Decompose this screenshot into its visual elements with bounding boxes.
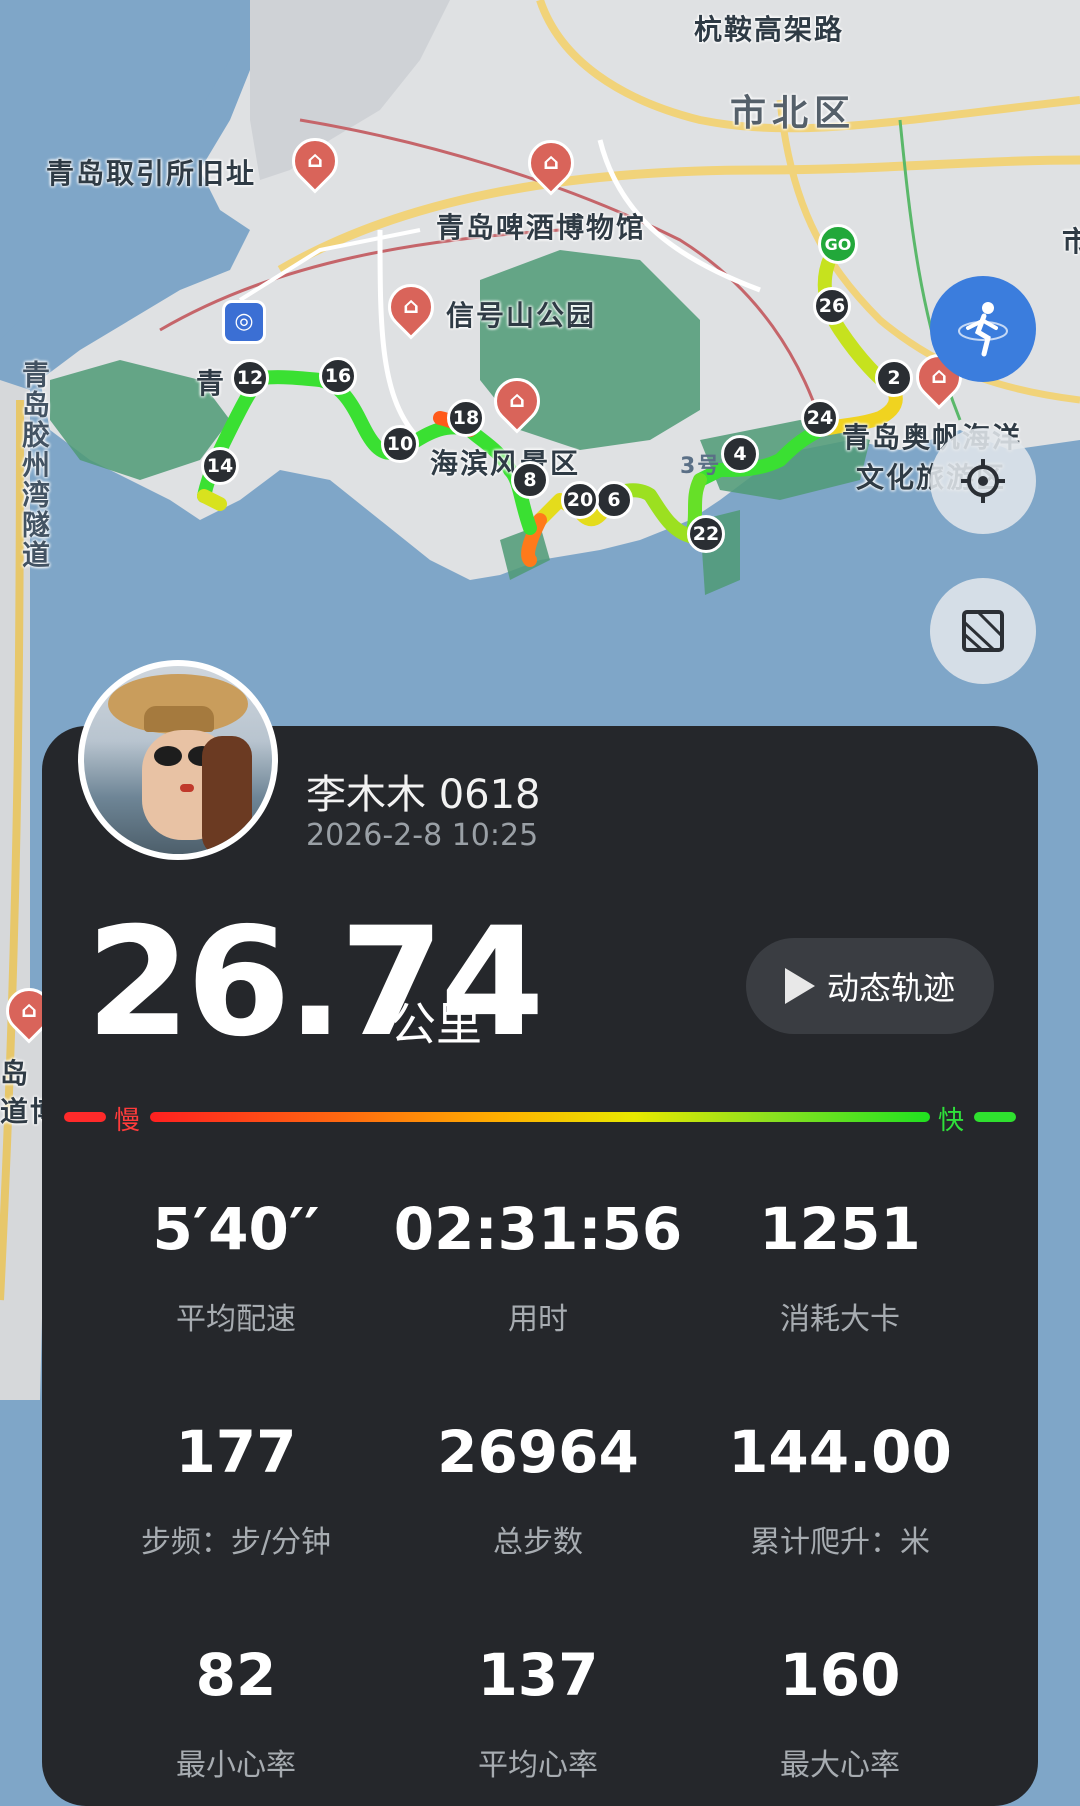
speed-legend-slow-swatch: [64, 1112, 106, 1122]
km-marker: 18: [447, 399, 485, 437]
stat-avg-heart-rate: 137 平均心率: [388, 1646, 688, 1784]
km-marker: 22: [687, 515, 725, 553]
sport-mode-button[interactable]: [930, 276, 1036, 382]
station-label: 青: [196, 367, 227, 400]
stat-value: 26964: [437, 1418, 639, 1486]
km-marker: 2: [875, 359, 913, 397]
km-marker: 8: [511, 461, 549, 499]
km-marker: 12: [231, 359, 269, 397]
locate-icon: [961, 459, 1005, 503]
stat-value: 5′40′′: [152, 1195, 320, 1263]
landmark-icon: ⌂: [509, 388, 525, 413]
stat-label: 平均心率: [478, 1748, 598, 1783]
stat-calories: 1251 消耗大卡: [690, 1200, 990, 1338]
speed-legend-slow: 慢: [114, 1106, 141, 1136]
stat-value: 144.00: [728, 1418, 952, 1486]
poi-label-haibin: 海滨风景区: [430, 447, 581, 480]
stat-label: 总步数: [493, 1525, 583, 1560]
stat-label: 最大心率: [780, 1748, 900, 1783]
layer-icon: [962, 610, 1004, 652]
stat-max-heart-rate: 160 最大心率: [690, 1646, 990, 1784]
km-marker: 4: [721, 435, 759, 473]
stat-value: 82: [195, 1641, 277, 1709]
stat-value: 02:31:56: [393, 1195, 683, 1263]
start-marker[interactable]: GO: [818, 224, 858, 264]
stat-value: 1251: [759, 1195, 921, 1263]
stat-total-steps: 26964 总步数: [388, 1423, 688, 1561]
poi-label-exchange: 青岛取引所旧址: [46, 157, 257, 190]
locate-button[interactable]: [930, 428, 1036, 534]
avatar[interactable]: [78, 660, 278, 860]
road-label: 杭鞍高架路: [694, 13, 845, 46]
landmark-icon: ⌂: [403, 294, 419, 319]
avatar-photo: [84, 666, 272, 854]
runner-icon: [958, 302, 1008, 357]
speed-legend-fast: 快: [938, 1106, 965, 1136]
poi-label-beer-museum: 青岛啤酒博物馆: [436, 211, 647, 244]
edge-label-1: 岛: [0, 1057, 31, 1090]
stat-label: 平均配速: [176, 1302, 296, 1337]
km-marker: 6: [595, 481, 633, 519]
line-label: 3号: [680, 454, 722, 479]
user-name: 李木木 0618: [306, 772, 541, 818]
play-icon: [784, 968, 815, 1004]
activity-datetime: 2026-2-8 10:25: [306, 818, 539, 853]
district-label: 市北区: [730, 93, 857, 134]
landmark-icon: ⌂: [307, 148, 323, 173]
km-marker: 14: [201, 447, 239, 485]
edge-label-3: 市: [1062, 225, 1080, 258]
stat-value: 137: [477, 1641, 599, 1709]
tunnel-label: 青岛胶州湾隧道: [18, 360, 51, 570]
stat-duration: 02:31:56 用时: [388, 1200, 688, 1338]
km-marker: 24: [801, 399, 839, 437]
stat-label: 累计爬升：米: [750, 1525, 930, 1560]
stat-value: 177: [175, 1418, 297, 1486]
km-marker: 20: [561, 481, 599, 519]
speed-legend-fast-swatch: [974, 1112, 1016, 1122]
stat-label: 用时: [508, 1302, 568, 1337]
stat-label: 步频：步/分钟: [140, 1525, 332, 1560]
speed-legend-gradient: [150, 1112, 930, 1122]
poi-label-xinhaoshan: 信号山公园: [446, 299, 597, 332]
km-marker: 26: [813, 287, 851, 325]
stat-value: 160: [779, 1641, 901, 1709]
stat-label: 最小心率: [176, 1748, 296, 1783]
km-marker: 16: [319, 357, 357, 395]
stat-elevation-gain: 144.00 累计爬升：米: [690, 1423, 990, 1561]
map-style-button[interactable]: [930, 578, 1036, 684]
stat-min-heart-rate: 82 最小心率: [86, 1646, 386, 1784]
stat-label: 消耗大卡: [780, 1302, 900, 1337]
stat-cadence: 177 步频：步/分钟: [86, 1423, 386, 1561]
stat-avg-pace: 5′40′′ 平均配速: [86, 1200, 386, 1338]
dynamic-track-label: 动态轨迹: [826, 969, 955, 1007]
dynamic-track-button[interactable]: 动态轨迹: [746, 938, 994, 1034]
km-marker: 10: [381, 425, 419, 463]
metro-station-icon[interactable]: ◎: [222, 300, 266, 344]
museum-icon: ⌂: [543, 150, 559, 175]
distance-unit: 公里: [390, 997, 482, 1051]
